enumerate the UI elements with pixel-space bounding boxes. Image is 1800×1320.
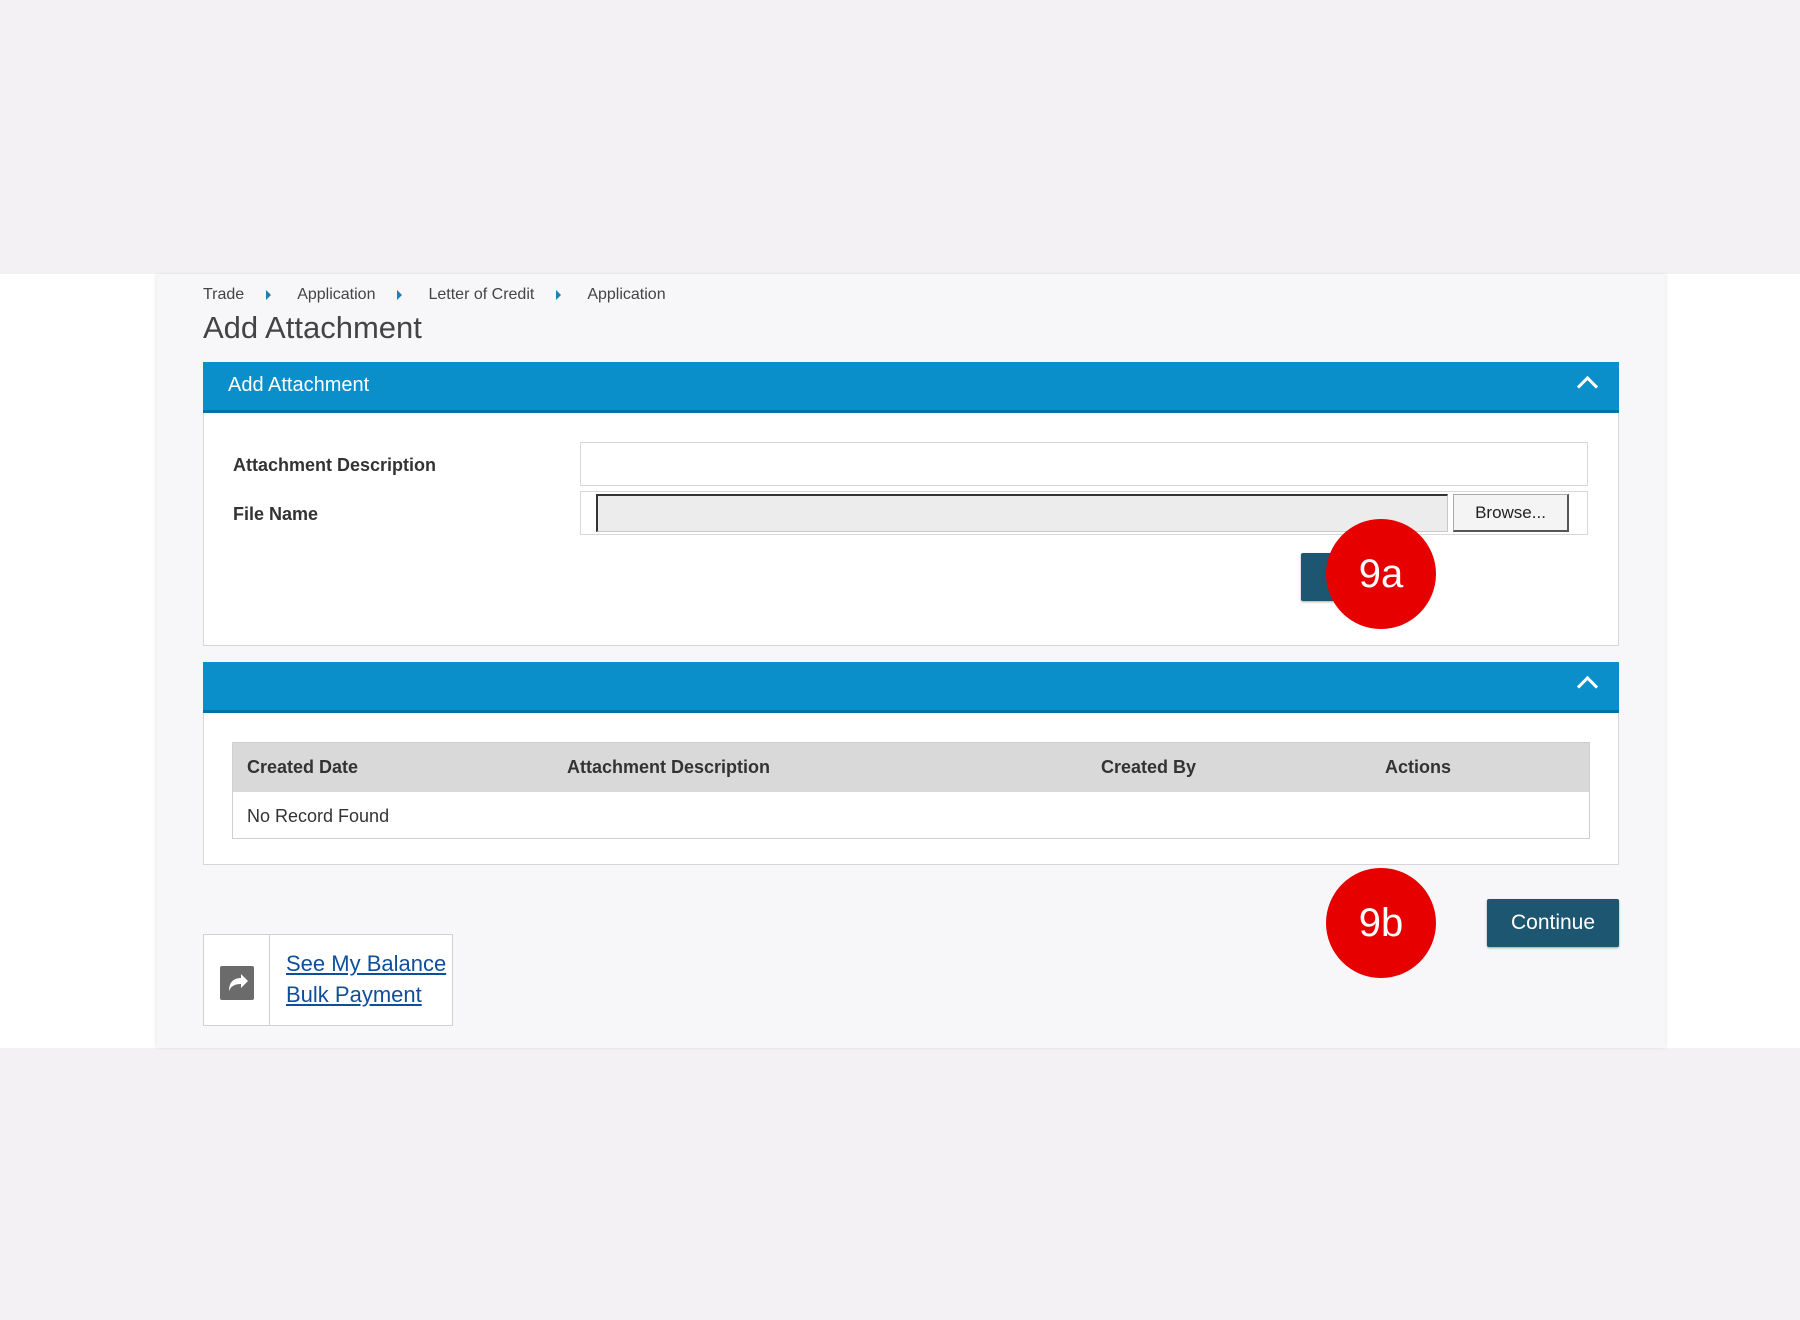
breadcrumb-arrow-icon <box>266 290 272 300</box>
panel-header[interactable] <box>203 662 1619 713</box>
quick-links-box: See My Balance Bulk Payment <box>203 934 453 1026</box>
attachments-table: Created Date Attachment Description Crea… <box>232 742 1590 839</box>
attachment-description-input[interactable] <box>580 442 1588 486</box>
empty-message: No Record Found <box>247 806 390 826</box>
file-name-label: File Name <box>233 504 319 524</box>
step-marker-9a: 9a <box>1326 519 1436 629</box>
links-divider <box>269 935 270 1025</box>
breadcrumb-item-trade[interactable]: Trade <box>203 286 244 304</box>
breadcrumb-item-current: Application <box>587 286 666 303</box>
share-icon <box>220 966 254 1000</box>
continue-button[interactable]: Continue <box>1487 899 1619 947</box>
table-header: Created Date Attachment Description Crea… <box>233 743 1589 792</box>
panel-header[interactable]: Add Attachment <box>203 362 1619 413</box>
file-name-input[interactable] <box>596 494 1448 532</box>
column-header-attachment-description[interactable]: Attachment Description <box>567 757 770 778</box>
chevron-up-icon[interactable] <box>1576 375 1599 398</box>
breadcrumb-arrow-icon <box>556 290 562 300</box>
page-container: Trade Application Letter of Credit Appli… <box>157 274 1665 1048</box>
column-header-created-by[interactable]: Created By <box>1101 757 1196 778</box>
browse-button[interactable]: Browse... <box>1453 494 1569 532</box>
breadcrumb: Trade Application Letter of Credit Appli… <box>203 286 666 304</box>
file-picker: Browse... <box>580 491 1588 535</box>
panel-title: Add Attachment <box>228 374 370 396</box>
breadcrumb-item-letter-of-credit[interactable]: Letter of Credit <box>428 286 534 304</box>
step-marker-9b: 9b <box>1326 868 1436 978</box>
attachment-list-panel: Created Date Attachment Description Crea… <box>203 662 1619 865</box>
breadcrumb-item-application[interactable]: Application <box>297 286 375 304</box>
column-header-created-date[interactable]: Created Date <box>247 757 358 778</box>
chevron-up-icon[interactable] <box>1576 675 1599 698</box>
breadcrumb-arrow-icon <box>397 290 403 300</box>
column-header-actions: Actions <box>1385 757 1452 777</box>
bulk-payment-link[interactable]: Bulk Payment <box>286 982 422 1008</box>
see-my-balance-link[interactable]: See My Balance <box>286 951 446 977</box>
page-title: Add Attachment <box>203 310 422 345</box>
attachment-description-label: Attachment Description <box>233 455 437 475</box>
